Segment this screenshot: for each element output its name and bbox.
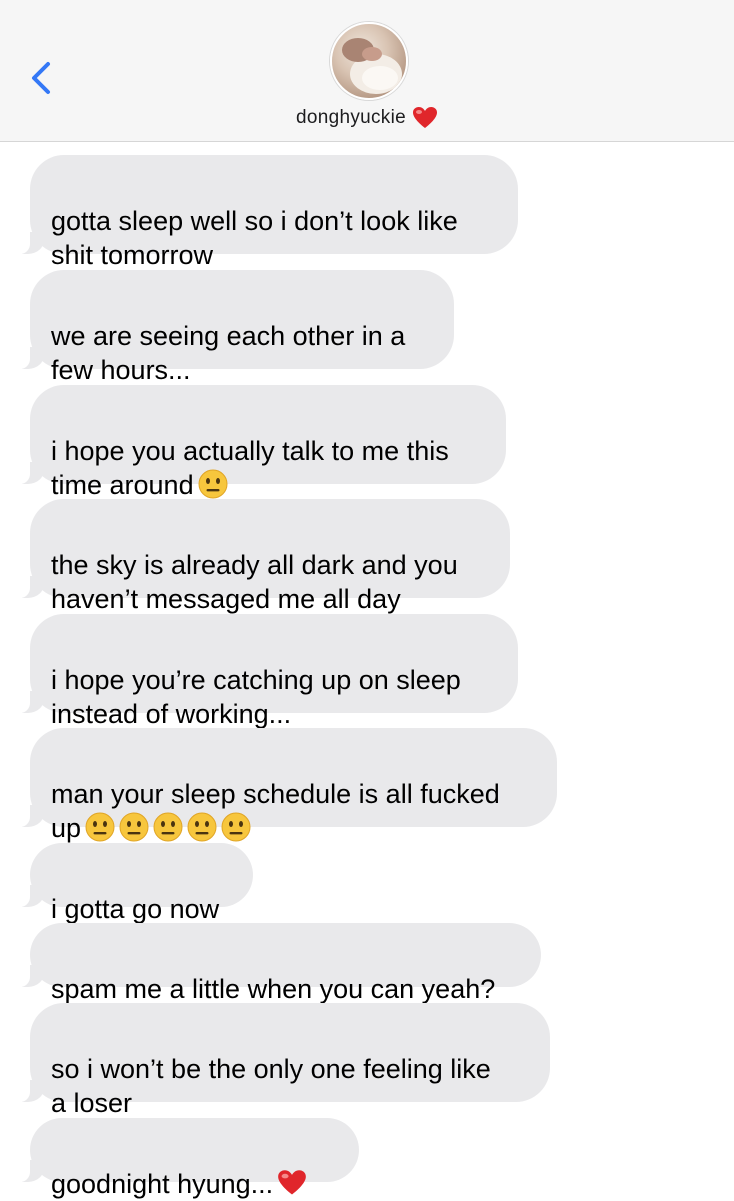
message-list[interactable]: gotta sleep well so i don’t look like sh…: [0, 0, 734, 1200]
message-bubble[interactable]: gotta sleep well so i don’t look like sh…: [16, 155, 518, 270]
neutral-face-icon: [119, 812, 149, 842]
message-bubble[interactable]: spam me a little when you can yeah?: [16, 923, 541, 1004]
message-text: spam me a little when you can yeah?: [51, 974, 496, 1004]
message-text: i hope you actually talk to me this time…: [51, 436, 449, 500]
message-bubble[interactable]: goodnight hyung...: [16, 1118, 359, 1199]
message-bubble[interactable]: i hope you’re catching up on sleep inste…: [16, 614, 518, 729]
red-heart-icon: [277, 1168, 307, 1198]
neutral-face-icon: [221, 812, 251, 842]
message-bubble[interactable]: i gotta go now: [16, 843, 253, 924]
message-text: the sky is already all dark and you have…: [51, 550, 458, 614]
message-text: i gotta go now: [51, 894, 220, 924]
neutral-face-icon: [153, 812, 183, 842]
neutral-face-icon: [198, 469, 228, 499]
message-text: goodnight hyung...: [51, 1169, 274, 1199]
message-bubble[interactable]: i hope you actually talk to me this time…: [16, 385, 506, 500]
neutral-face-icon: [85, 812, 115, 842]
message-text: so i won’t be the only one feeling like …: [51, 1054, 491, 1118]
message-bubble[interactable]: we are seeing each other in a few hours.…: [16, 270, 454, 385]
message-text: gotta sleep well so i don’t look like sh…: [51, 206, 458, 270]
message-bubble[interactable]: man your sleep schedule is all fucked up: [16, 728, 557, 843]
neutral-face-icon: [187, 812, 217, 842]
message-text: i hope you’re catching up on sleep inste…: [51, 665, 461, 729]
message-text: we are seeing each other in a few hours.…: [51, 321, 406, 385]
message-bubble[interactable]: the sky is already all dark and you have…: [16, 499, 510, 614]
message-bubble[interactable]: so i won’t be the only one feeling like …: [16, 1003, 550, 1118]
